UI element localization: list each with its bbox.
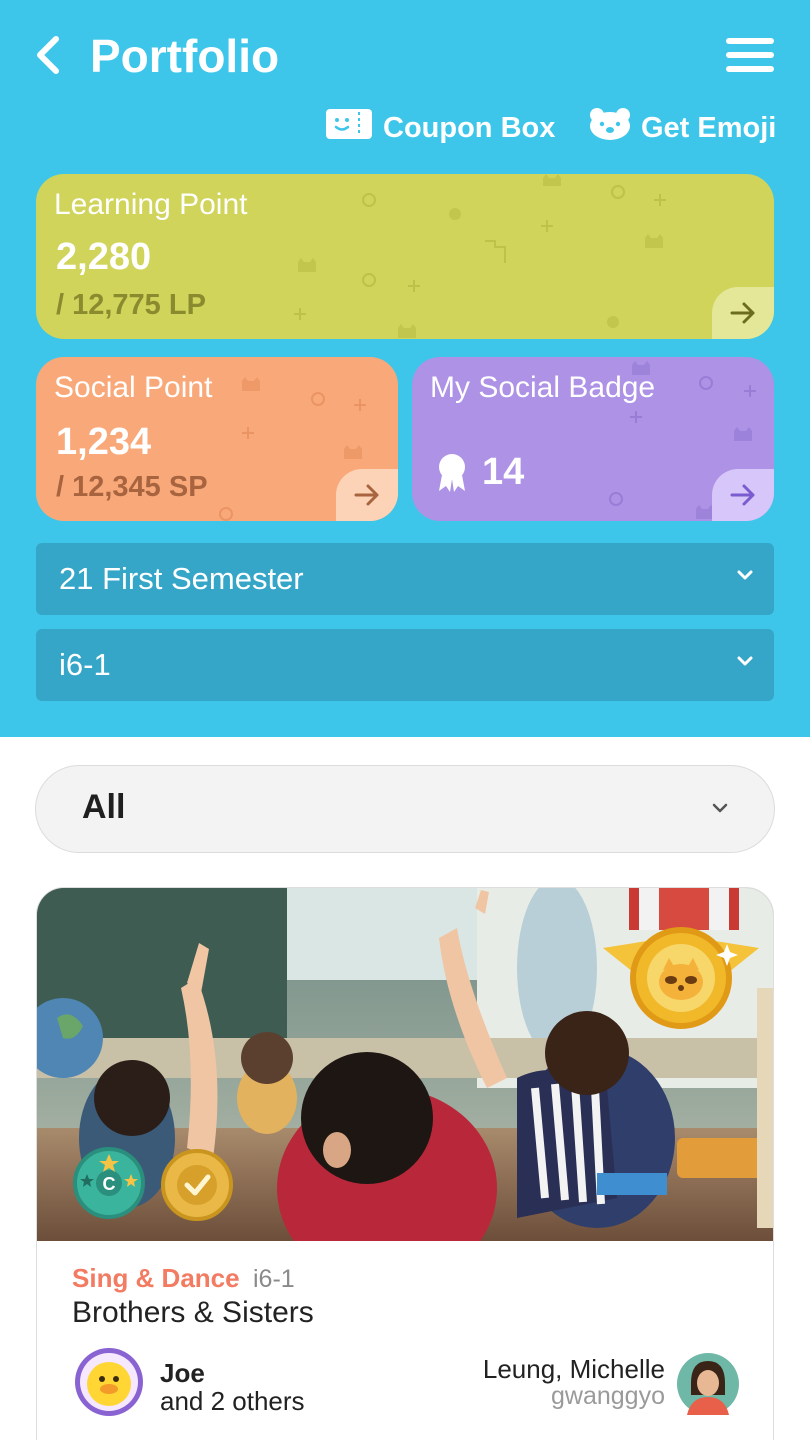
social-point-arrow-button[interactable] <box>336 469 398 521</box>
post-class: i6-1 <box>253 1265 295 1293</box>
teacher-id: gwanggyo <box>551 1382 665 1410</box>
class-select[interactable]: i6-1 <box>36 629 774 701</box>
class-select-value: i6-1 <box>59 647 111 682</box>
portfolio-post-card[interactable]: C Sing & Dance i6-1 Brothers & Sisters J… <box>36 887 774 1440</box>
learning-point-value: 2,280 <box>56 236 152 278</box>
creativity-badge-icon: C <box>73 1147 145 1219</box>
arrow-right-icon <box>730 302 755 324</box>
learning-point-arrow-button[interactable] <box>712 287 774 339</box>
page-title: Portfolio <box>90 30 280 82</box>
learning-point-total: / 12,775 LP <box>56 289 206 321</box>
coupon-box-label: Coupon Box <box>383 111 556 144</box>
chevron-down-icon <box>737 570 753 580</box>
get-emoji-label: Get Emoji <box>641 111 777 144</box>
social-point-total: / 12,345 SP <box>56 471 208 503</box>
category-filter-select[interactable]: All <box>35 765 775 853</box>
social-badge-card[interactable]: My Social Badge 14 <box>412 357 774 521</box>
author-avatar <box>75 1348 143 1416</box>
author-name: Joe <box>160 1358 205 1388</box>
teachers-pick-badge-icon <box>161 1149 233 1221</box>
social-point-value: 1,234 <box>56 421 152 463</box>
ribbon-badge-icon <box>439 453 465 492</box>
ticket-icon <box>325 107 373 149</box>
social-point-card[interactable]: Social Point 1,234 / 12,345 SP <box>36 357 398 521</box>
bear-face-icon <box>589 107 631 149</box>
social-badge-count: 14 <box>482 451 525 493</box>
menu-button[interactable] <box>722 34 778 76</box>
teacher-avatar <box>677 1353 739 1415</box>
social-badge-label: My Social Badge <box>430 371 656 404</box>
author-others: and 2 others <box>160 1386 305 1416</box>
hamburger-line <box>726 52 774 58</box>
chevron-left-icon <box>37 36 59 74</box>
hamburger-line <box>726 66 774 72</box>
category-filter-value: All <box>82 788 126 826</box>
svg-text:C: C <box>103 1174 116 1194</box>
arrow-right-icon <box>730 484 755 506</box>
back-button[interactable] <box>30 30 70 80</box>
hamburger-menu-icon <box>726 38 774 44</box>
coupon-box-link[interactable]: Coupon Box <box>325 106 555 150</box>
post-photo: C <box>37 888 773 1241</box>
social-badge-arrow-button[interactable] <box>712 469 774 521</box>
semester-select-value: 21 First Semester <box>59 561 304 596</box>
semester-select[interactable]: 21 First Semester <box>36 543 774 615</box>
post-title: Brothers & Sisters <box>72 1296 314 1329</box>
arrow-right-icon <box>354 484 379 506</box>
chevron-down-icon <box>737 656 753 666</box>
learning-point-label: Learning Point <box>54 188 248 221</box>
social-badge-count-row: 14 <box>436 451 524 494</box>
post-category: Sing & Dance <box>72 1263 240 1293</box>
get-emoji-link[interactable]: Get Emoji <box>589 106 776 150</box>
social-point-label: Social Point <box>54 371 213 404</box>
learning-point-card[interactable]: Learning Point 2,280 / 12,775 LP <box>36 174 774 339</box>
teacher-name: Leung, Michelle <box>482 1354 665 1384</box>
chevron-down-icon <box>712 803 728 813</box>
